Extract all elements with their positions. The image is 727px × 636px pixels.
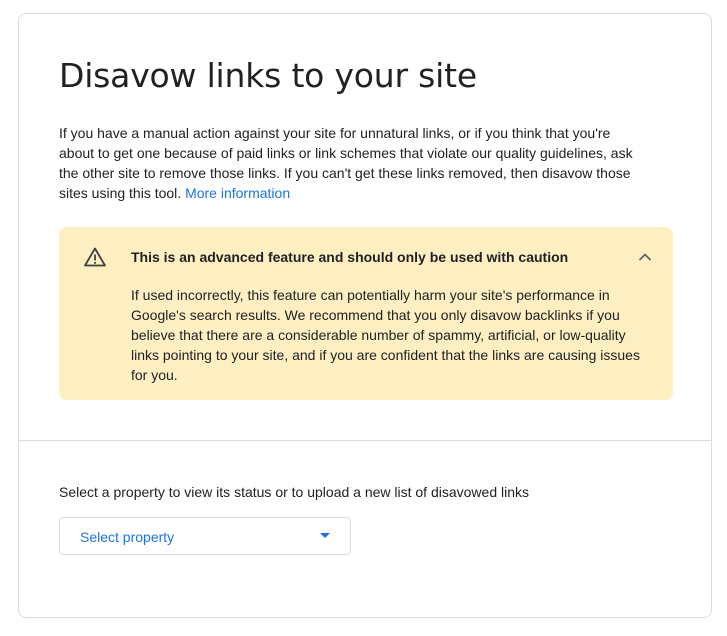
property-select[interactable]: Select property [59, 517, 351, 555]
caret-down-icon [320, 533, 330, 538]
warning-triangle-icon [83, 245, 107, 269]
disavow-card: Disavow links to your site If you have a… [18, 13, 712, 618]
section-divider [19, 440, 711, 441]
more-information-link[interactable]: More information [185, 185, 290, 201]
caution-banner: This is an advanced feature and should o… [59, 227, 673, 400]
intro-paragraph: If you have a manual action against your… [59, 125, 633, 201]
page-title: Disavow links to your site [59, 56, 477, 95]
chevron-up-icon [633, 253, 657, 272]
caution-title: This is an advanced feature and should o… [131, 249, 569, 265]
intro-text: If you have a manual action against your… [59, 123, 649, 203]
property-prompt: Select a property to view its status or … [59, 484, 530, 500]
property-select-value: Select property [80, 529, 175, 545]
collapse-caution-button[interactable] [633, 245, 657, 269]
caution-body: If used incorrectly, this feature can po… [131, 287, 640, 383]
